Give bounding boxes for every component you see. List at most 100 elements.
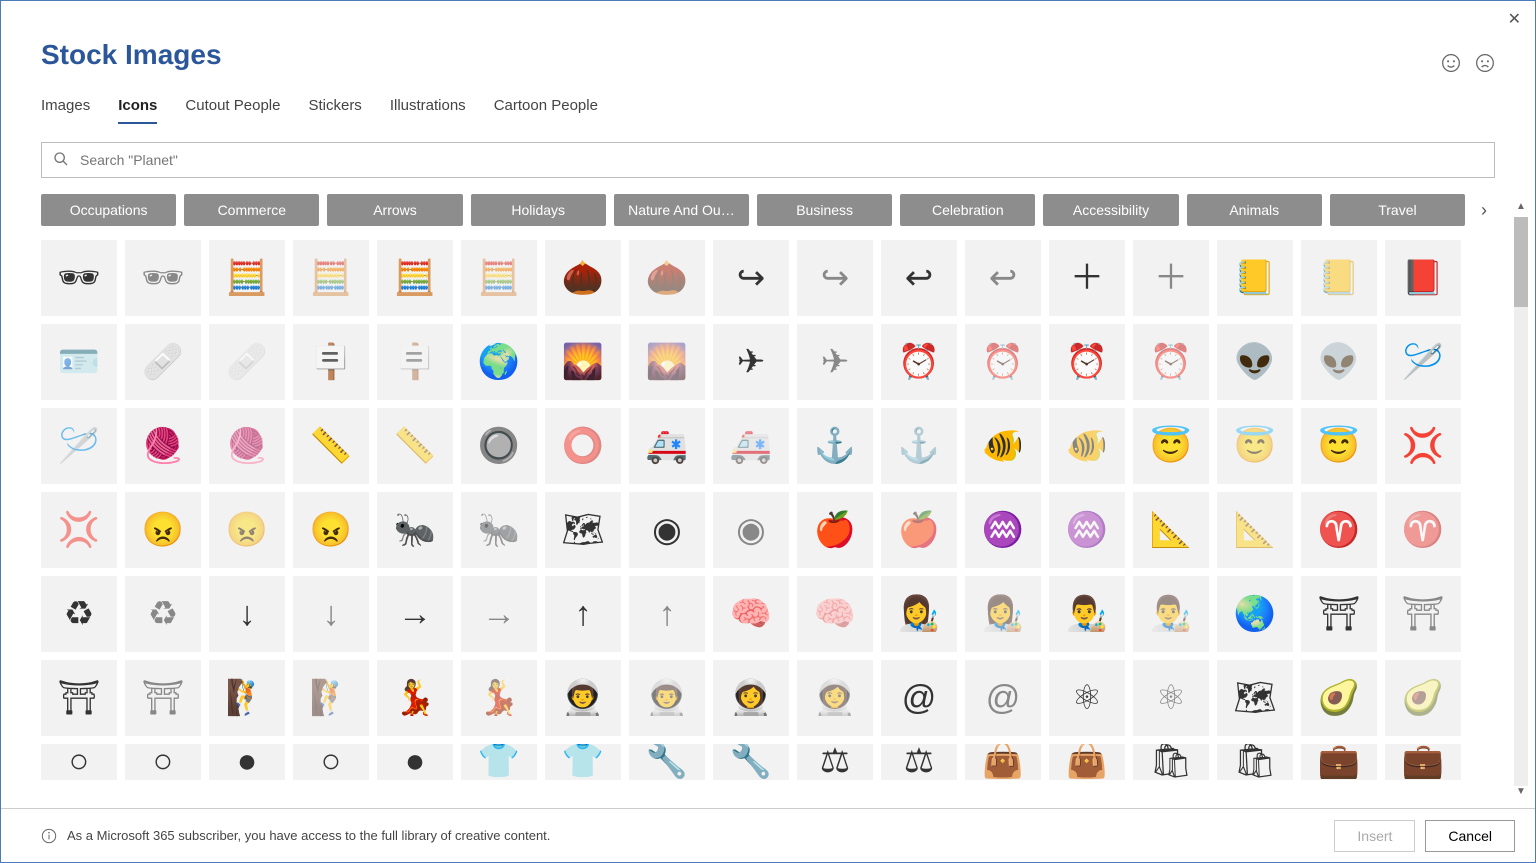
- icon-alarm-clock-outline[interactable]: ⏰: [965, 324, 1041, 400]
- icon-partial-11[interactable]: ⚖: [881, 744, 957, 780]
- icon-recycle-solid[interactable]: ♻: [41, 576, 117, 652]
- icon-partial-2[interactable]: ○: [125, 744, 201, 780]
- icon-address-book-outline[interactable]: 📒: [1301, 240, 1377, 316]
- icon-africa-solid[interactable]: 🌍: [461, 324, 537, 400]
- icon-australia-solid[interactable]: 🗺: [1217, 660, 1293, 736]
- icon-arrow-curve-right-solid[interactable]: ↪: [713, 240, 789, 316]
- category-chip-accessibility[interactable]: Accessibility: [1043, 194, 1178, 226]
- icon-needle-solid[interactable]: 🪡: [1385, 324, 1461, 400]
- tab-stickers[interactable]: Stickers: [308, 97, 361, 124]
- icon-astronaut-outline[interactable]: 👨‍🚀: [629, 660, 705, 736]
- icon-agriculture-outline[interactable]: 🌄: [629, 324, 705, 400]
- icon-atom-outline[interactable]: ⚛: [1133, 660, 1209, 736]
- icon-at-sign-solid[interactable]: @: [881, 660, 957, 736]
- icon-angry-face-alt[interactable]: 😠: [293, 492, 369, 568]
- insert-button[interactable]: Insert: [1334, 820, 1415, 852]
- icon-torii-solid[interactable]: ⛩: [41, 660, 117, 736]
- icon-architecture-solid[interactable]: 📐: [1133, 492, 1209, 568]
- icon-asia-solid[interactable]: 🌏: [1217, 576, 1293, 652]
- icon-aquarius-outline[interactable]: ♒: [1049, 492, 1125, 568]
- icon-anger-symbol-outline[interactable]: 💢: [41, 492, 117, 568]
- category-chip-travel[interactable]: Travel: [1330, 194, 1465, 226]
- icon-anchor-outline[interactable]: ⚓: [881, 408, 957, 484]
- icon-aries-outline[interactable]: ♈: [1385, 492, 1461, 568]
- icon-partial-10[interactable]: ⚖: [797, 744, 873, 780]
- icon-at-sign-outline[interactable]: @: [965, 660, 1041, 736]
- icon-3d-glasses-outline[interactable]: 🕶: [125, 240, 201, 316]
- category-chip-celebration[interactable]: Celebration: [900, 194, 1035, 226]
- icon-partial-15[interactable]: 🛍: [1217, 744, 1293, 780]
- close-button[interactable]: ✕: [1508, 9, 1521, 29]
- icon-arrow-right-solid[interactable]: →: [377, 576, 453, 652]
- category-chip-nature-and-ou-[interactable]: Nature And Ou…: [614, 194, 749, 226]
- icon-acorn-outline[interactable]: 🌰: [629, 240, 705, 316]
- tab-images[interactable]: Images: [41, 97, 90, 124]
- icon-angel-face-solid[interactable]: 😇: [1133, 408, 1209, 484]
- icon-aperture-solid[interactable]: ◉: [629, 492, 705, 568]
- icon-angry-face-outline[interactable]: 😠: [209, 492, 285, 568]
- icon-alarm-clock-alt-outline[interactable]: ⏰: [1133, 324, 1209, 400]
- icon-alarm-clock-alt-solid[interactable]: ⏰: [1049, 324, 1125, 400]
- category-chip-arrows[interactable]: Arrows: [327, 194, 462, 226]
- icon-tape-measure-solid[interactable]: 📏: [293, 408, 369, 484]
- icon-ai-head-solid[interactable]: 🧠: [713, 576, 789, 652]
- icon-yarn-outline[interactable]: 🧶: [209, 408, 285, 484]
- icon-antarctica-solid[interactable]: 🗺: [545, 492, 621, 568]
- icon-climber-outline[interactable]: 🧗: [293, 660, 369, 736]
- icon-astronaut-alt-outline[interactable]: 👩‍🚀: [797, 660, 873, 736]
- icon-needle-outline[interactable]: 🪡: [41, 408, 117, 484]
- category-chip-commerce[interactable]: Commerce: [184, 194, 319, 226]
- icon-partial-8[interactable]: 🔧: [629, 744, 705, 780]
- icon-partial-4[interactable]: ○: [293, 744, 369, 780]
- icon-button-outline[interactable]: ⭕: [545, 408, 621, 484]
- icon-address-card-outline[interactable]: 🪪: [41, 324, 117, 400]
- search-input[interactable]: [41, 142, 1495, 178]
- icon-arrow-down-outline[interactable]: ↓: [293, 576, 369, 652]
- icon-angel-face-outline[interactable]: 😇: [1217, 408, 1293, 484]
- icon-astronaut-alt-solid[interactable]: 👩‍🚀: [713, 660, 789, 736]
- icon-partial-6[interactable]: 👕: [461, 744, 537, 780]
- icon-abacus-solid[interactable]: 🧮: [209, 240, 285, 316]
- icon-angel-face-alt[interactable]: 😇: [1301, 408, 1377, 484]
- scrollbar[interactable]: ▲ ▼: [1513, 201, 1529, 802]
- icon-airplane-outline[interactable]: ✈: [797, 324, 873, 400]
- icon-airplane-solid[interactable]: ✈: [713, 324, 789, 400]
- icon-arrow-curve-right-outline[interactable]: ↪: [797, 240, 873, 316]
- scroll-up-icon[interactable]: ▲: [1516, 201, 1526, 217]
- tab-cutout-people[interactable]: Cutout People: [185, 97, 280, 124]
- icon-angry-face-solid[interactable]: 😠: [125, 492, 201, 568]
- icon-abacus-alt-outline[interactable]: 🧮: [461, 240, 537, 316]
- cancel-button[interactable]: Cancel: [1425, 820, 1515, 852]
- icon-apple-solid[interactable]: 🍎: [797, 492, 873, 568]
- icon-ant-solid[interactable]: 🐜: [377, 492, 453, 568]
- icon-3d-glasses-solid[interactable]: 🕶: [41, 240, 117, 316]
- icon-aries-solid[interactable]: ♈: [1301, 492, 1377, 568]
- icon-yarn-solid[interactable]: 🧶: [125, 408, 201, 484]
- icon-arrow-curve-left-solid[interactable]: ↩: [881, 240, 957, 316]
- icon-astronaut-solid[interactable]: 👨‍🚀: [545, 660, 621, 736]
- feedback-frown-icon[interactable]: [1475, 53, 1495, 73]
- icon-button-solid[interactable]: 🔘: [461, 408, 537, 484]
- icon-aperture-outline[interactable]: ◉: [713, 492, 789, 568]
- icon-anchor-solid[interactable]: ⚓: [797, 408, 873, 484]
- icon-bandage-outline[interactable]: 🩹: [209, 324, 285, 400]
- icon-ai-head-outline[interactable]: 🧠: [797, 576, 873, 652]
- icon-artist-alt-outline[interactable]: 👨‍🎨: [1133, 576, 1209, 652]
- icon-ambulance-solid[interactable]: 🚑: [629, 408, 705, 484]
- icon-asian-temple-outline[interactable]: ⛩: [1385, 576, 1461, 652]
- category-chip-holidays[interactable]: Holidays: [471, 194, 606, 226]
- icon-partial-1[interactable]: ○: [41, 744, 117, 780]
- icon-recycle-outline[interactable]: ♻: [125, 576, 201, 652]
- icon-tape-measure-outline[interactable]: 📏: [377, 408, 453, 484]
- icon-alien-outline[interactable]: 👽: [1301, 324, 1377, 400]
- icon-climber-solid[interactable]: 🧗: [209, 660, 285, 736]
- icon-asian-temple-solid[interactable]: ⛩: [1301, 576, 1377, 652]
- tab-icons[interactable]: Icons: [118, 97, 157, 124]
- icon-architecture-outline[interactable]: 📐: [1217, 492, 1293, 568]
- icon-bandage-solid[interactable]: 🩹: [125, 324, 201, 400]
- icon-avocado-solid[interactable]: 🥑: [1301, 660, 1377, 736]
- icon-partial-5[interactable]: ●: [377, 744, 453, 780]
- tab-illustrations[interactable]: Illustrations: [390, 97, 466, 124]
- icon-partial-16[interactable]: 💼: [1301, 744, 1377, 780]
- icon-agriculture-solid[interactable]: 🌄: [545, 324, 621, 400]
